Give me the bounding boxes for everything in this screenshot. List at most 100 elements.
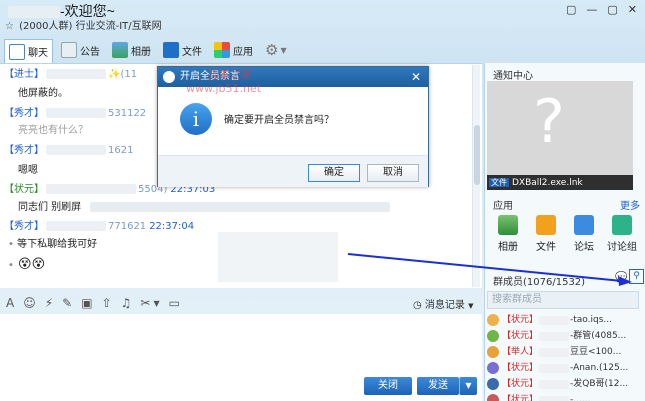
group-subtitle: ☆ (2000人群) 行业交流-IT/互联网 — [5, 20, 162, 33]
blurred-sender-name — [46, 145, 106, 155]
blurred-text — [90, 202, 391, 212]
cancel-button[interactable]: 取消 — [367, 164, 419, 182]
app-label: 相册 — [498, 242, 518, 253]
app-album[interactable]: 相册 — [489, 213, 527, 263]
sender-id: (11 — [120, 69, 138, 80]
dialog-close-icon[interactable]: ✕ — [411, 67, 421, 87]
send-options-button[interactable]: ▼ — [459, 377, 477, 395]
ok-button[interactable]: 确定 — [308, 164, 360, 182]
emoji-message: • 😵😵 — [8, 256, 45, 274]
send-button[interactable]: 发送 — [417, 377, 459, 395]
sender-rank: 【秀才】 — [4, 145, 44, 156]
notice-card[interactable]: ? 文件 DXBall2.exe.lnk — [487, 81, 633, 190]
more-icon[interactable]: ▭ — [169, 296, 180, 310]
tab-chat[interactable]: 聊天 — [4, 38, 53, 64]
blurred-sender-name — [46, 69, 106, 79]
forum-icon — [574, 215, 594, 235]
message-text-content: 同志们 别刷屏 — [18, 202, 82, 213]
member-name: -tao.iqs... — [570, 315, 613, 325]
magic-wand-icon[interactable]: ⚡ — [45, 296, 53, 310]
photo-icon — [112, 42, 128, 58]
tab-album-label: 相册 — [131, 46, 151, 58]
app-discussion[interactable]: 讨论组 — [603, 213, 641, 263]
window-controls: ▢ — ▢ ✕ — [566, 3, 637, 16]
close-window-button[interactable]: ✕ — [628, 3, 637, 16]
file-tag: 文件 — [489, 178, 509, 187]
tab-chat-label: 聊天 — [28, 48, 48, 59]
music-icon[interactable]: ♫ — [121, 296, 132, 310]
member-list: 【状元】 -tao.iqs... 【状元】 -群管(4085... 【举人】 豆豆<1… — [485, 312, 644, 401]
sender-rank: 【状元】 — [4, 184, 44, 195]
avatar — [487, 346, 499, 358]
member-name: -发QB哥(12... — [570, 379, 629, 389]
notice-file-bar: 文件 DXBall2.exe.lnk — [487, 175, 633, 190]
chat-icon — [9, 43, 25, 60]
font-icon[interactable]: A — [6, 296, 14, 310]
star-icon[interactable]: ☆ — [5, 21, 14, 32]
blurred-member-name — [539, 395, 570, 401]
member-name: -Anan.(125... — [570, 363, 629, 373]
list-item[interactable]: 【状元】 -Anan.(125... — [485, 360, 644, 376]
app-forum[interactable]: 论坛 — [565, 213, 603, 263]
sender-id: 1621 — [108, 145, 134, 156]
folder-icon — [536, 215, 556, 235]
emoji-icon[interactable]: ☺ — [23, 296, 36, 310]
more-link[interactable]: 更多 — [620, 197, 640, 212]
right-panel: 通知中心 ? 文件 DXBall2.exe.lnk 应用 更多 相册 文件 论坛 … — [484, 63, 645, 401]
member-rank: 【状元】 — [502, 363, 539, 373]
blurred-sender-name — [46, 221, 106, 231]
member-rank: 【状元】 — [502, 315, 539, 325]
message-header: 【秀才】 1621 — [4, 144, 133, 157]
settings-dropdown[interactable]: ⚙ ▼ — [261, 39, 291, 61]
info-icon: i — [180, 103, 212, 135]
message-history-button[interactable]: ◷ 消息记录 ▼ — [413, 296, 474, 311]
member-rank: 【举人】 — [502, 347, 539, 357]
tab-files[interactable]: 文件 — [159, 39, 206, 61]
dialog-message: 确定要开启全员禁言吗？ — [224, 115, 334, 126]
tab-album[interactable]: 相册 — [108, 39, 155, 61]
list-item[interactable]: 【状元】 -tao.iqs... — [485, 312, 644, 328]
image-icon[interactable]: ▣ — [81, 296, 92, 310]
scrollbar-thumb[interactable] — [474, 125, 480, 185]
list-item[interactable]: 【状元】 -...... — [485, 392, 644, 401]
search-icon[interactable]: ⚲ — [629, 269, 644, 284]
blurred-member-name — [539, 315, 570, 325]
app-files[interactable]: 文件 — [527, 213, 565, 263]
blurred-image — [218, 232, 338, 282]
blurred-group-name — [8, 6, 60, 19]
app-label: 文件 — [536, 242, 556, 253]
history-label: 消息记录 — [424, 300, 465, 311]
skin-button[interactable]: ▢ — [566, 3, 576, 16]
apps-grid-icon — [214, 42, 230, 58]
member-search-input[interactable]: 搜索群成员 — [487, 291, 639, 309]
upload-icon[interactable]: ⇧ — [102, 296, 112, 310]
chat-bubble-icon[interactable]: 💬 — [615, 272, 627, 283]
tab-apps[interactable]: 应用 — [210, 39, 257, 61]
message-text: 他屏蔽的。 — [18, 88, 68, 99]
message-text: 亮亮也有什么？ — [18, 125, 88, 136]
discussion-icon — [612, 215, 632, 235]
list-item[interactable]: 【状元】 -群管(4085... — [485, 328, 644, 344]
list-item[interactable]: 【举人】 豆豆<100... — [485, 344, 644, 360]
minimize-button[interactable]: — — [586, 3, 597, 16]
megaphone-icon — [61, 42, 77, 58]
chat-scrollbar[interactable] — [472, 65, 480, 287]
message-time: 22:37:04 — [149, 221, 195, 232]
pen-icon[interactable]: ✎ — [62, 296, 72, 310]
blurred-member-name — [539, 347, 570, 357]
group-member-capacity: (2000人群) — [19, 21, 73, 32]
sender-id: 531122 — [108, 108, 147, 119]
watermark-url: www.jb51.net — [186, 82, 262, 95]
message-text: • 等下私聊给我可好 — [8, 238, 97, 251]
message-text: 嗯嗯 — [18, 165, 38, 176]
tab-announcement[interactable]: 公告 — [57, 39, 104, 61]
message-text-content: 等下私聊给我可好 — [17, 239, 98, 250]
group-category: 行业交流-IT/互联网 — [75, 21, 162, 32]
close-button[interactable]: 关闭 — [364, 377, 412, 395]
chevron-down-icon[interactable]: ▼ — [153, 299, 159, 308]
list-item[interactable]: 【状元】 -发QB哥(12... — [485, 376, 644, 392]
scissors-icon[interactable]: ✂ — [140, 296, 150, 310]
blurred-member-name — [539, 331, 570, 341]
member-rank: 【状元】 — [502, 379, 539, 389]
maximize-button[interactable]: ▢ — [607, 3, 617, 16]
